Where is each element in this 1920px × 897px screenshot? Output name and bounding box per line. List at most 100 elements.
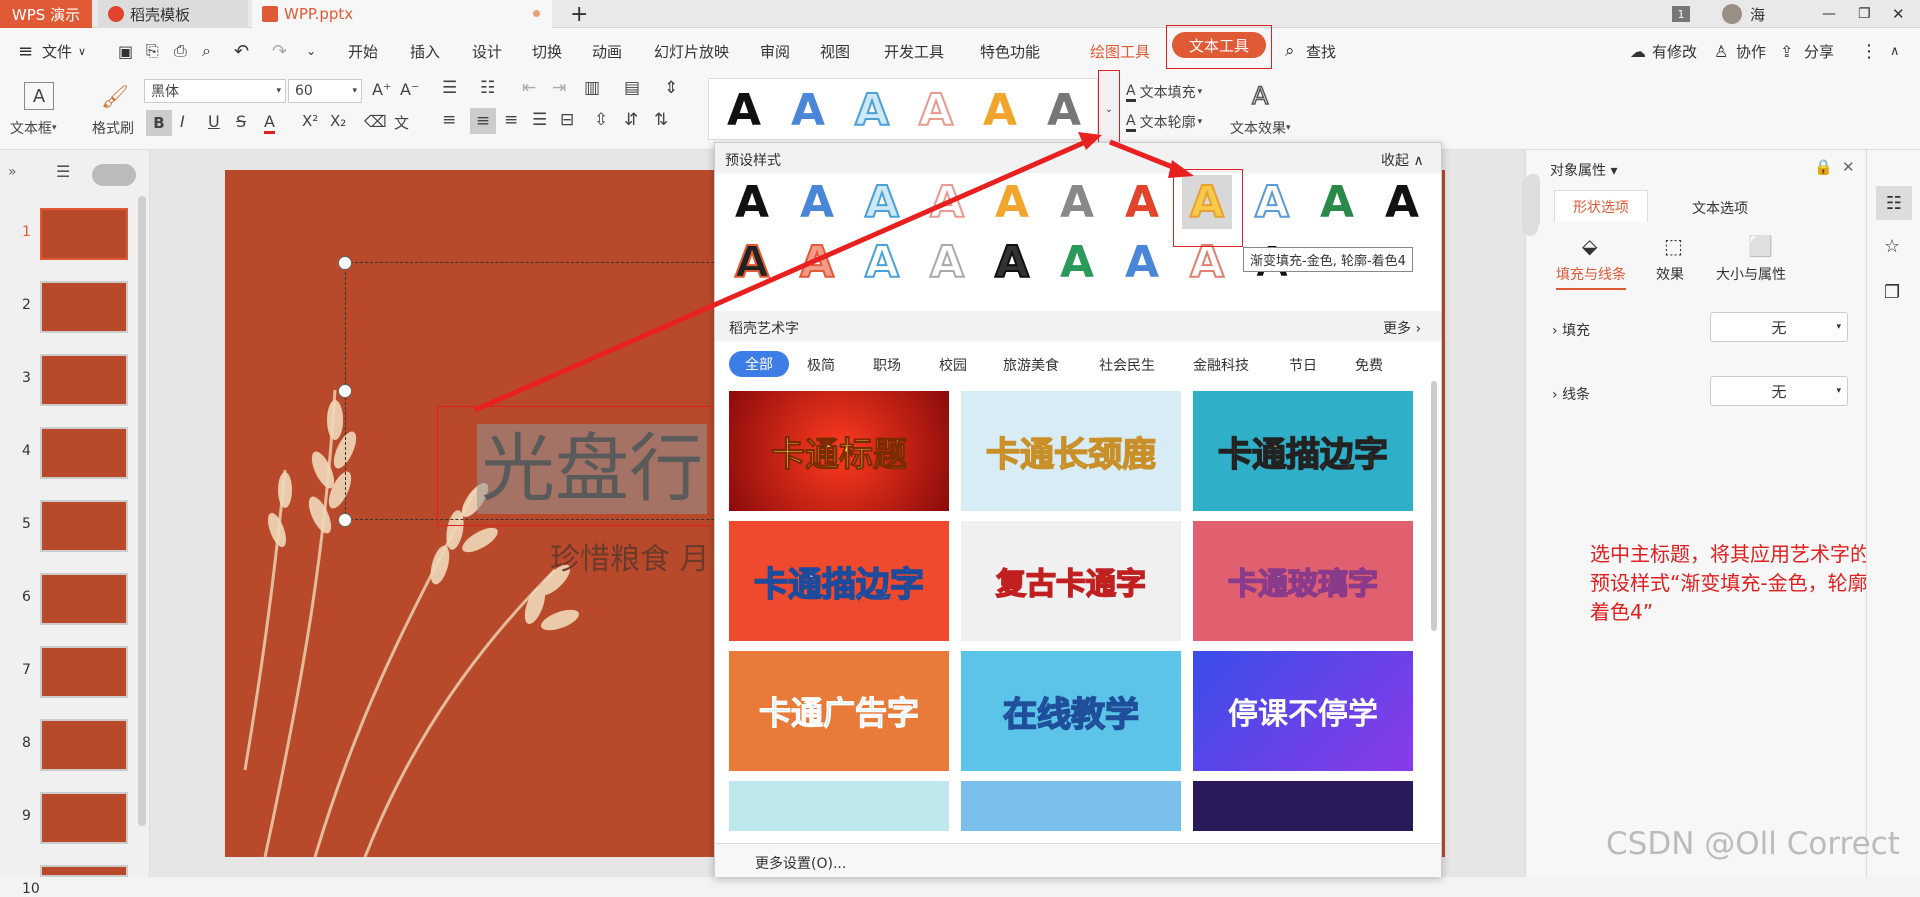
category-travel-food[interactable]: 旅游美食 (1003, 355, 1059, 375)
resize-handle[interactable] (338, 513, 352, 527)
font-name-select[interactable]: 黑体 ▾ (144, 79, 286, 103)
category-workplace[interactable]: 职场 (873, 355, 901, 375)
slide-thumbnail[interactable] (40, 500, 128, 552)
text-outline-button[interactable]: A 文本轮廓 ▾ (1126, 112, 1202, 132)
clear-format-icon[interactable]: ⌫ (364, 112, 387, 131)
slide-thumbnail[interactable] (40, 281, 128, 333)
font-size-select[interactable]: 60 ▾ (288, 79, 362, 103)
more-spacing-icon[interactable]: ⇅ (654, 110, 668, 130)
tab-shape-options[interactable]: 形状选项 (1554, 190, 1648, 222)
tab-text-options[interactable]: 文本选项 (1692, 198, 1748, 218)
bold-icon[interactable]: B (146, 110, 172, 136)
file-menu[interactable]: 文件 ∨ (42, 28, 86, 74)
text-fill-button[interactable]: A 文本填充 ▾ (1126, 82, 1202, 102)
wordart-card[interactable]: 卡通描边字 (1193, 391, 1413, 511)
preset-style-item[interactable]: A (1117, 175, 1167, 229)
resize-handle[interactable] (338, 256, 352, 270)
grow-font-icon[interactable]: A⁺ (372, 80, 391, 99)
menu-tab-text-tools[interactable]: 文本工具 (1172, 32, 1266, 58)
text-effects-icon[interactable]: A (1251, 81, 1269, 111)
slide-thumbnail[interactable] (40, 792, 128, 844)
distribute-icon[interactable]: ⊟ (560, 110, 574, 130)
align-right-icon[interactable]: ≡ (504, 110, 518, 130)
wordart-card[interactable] (729, 781, 949, 831)
copy-icon[interactable]: ❐ (1884, 282, 1900, 303)
line-section-toggle[interactable]: › 线条 (1552, 384, 1590, 404)
preset-style-item[interactable]: A (1052, 175, 1102, 229)
quick-access-dropdown-icon[interactable]: ⌄ (306, 28, 316, 74)
minimize-icon[interactable]: — (1822, 0, 1836, 28)
menu-tab-design[interactable]: 设计 (472, 28, 502, 74)
underline-icon[interactable]: U (208, 112, 220, 131)
bullets-icon[interactable]: ☰ (442, 78, 457, 98)
slide-subtitle[interactable]: 珍惜粮食 月 (550, 534, 710, 578)
wordart-style-gray[interactable]: A (1044, 82, 1084, 138)
preset-style-item[interactable]: A (1052, 235, 1102, 289)
maximize-icon[interactable]: ❐ (1858, 0, 1871, 28)
menu-tab-animation[interactable]: 动画 (592, 28, 622, 74)
wordart-style-orange[interactable]: A (980, 82, 1020, 138)
collapse-ribbon-icon[interactable]: ∧ (1890, 28, 1900, 74)
more-link[interactable]: 更多 › (1383, 318, 1421, 338)
preset-style-item[interactable]: A (727, 175, 777, 229)
hamburger-icon[interactable]: ≡ (18, 28, 33, 74)
category-minimal[interactable]: 极简 (807, 355, 835, 375)
wordart-style-blue[interactable]: A (788, 82, 828, 138)
tab-file[interactable]: WPP.pptx (252, 0, 552, 28)
share-button[interactable]: 分享 (1804, 28, 1834, 74)
paragraph-spacing-icon[interactable]: ⇵ (624, 110, 638, 130)
wordart-card[interactable] (1193, 781, 1413, 831)
subtab-effect[interactable]: 效果 (1656, 264, 1684, 284)
vertical-align-icon[interactable]: ⇳ (594, 110, 608, 130)
preset-style-item[interactable]: A (727, 235, 777, 289)
text-effects-button[interactable]: 文本效果 ▾ (1230, 118, 1291, 138)
format-painter-icon[interactable]: 🖌 (101, 82, 129, 112)
numbering-icon[interactable]: ☷ (480, 78, 495, 98)
canvas-vscroll[interactable] (1522, 176, 1538, 236)
subscript-icon[interactable]: X₂ (330, 112, 346, 130)
columns-icon[interactable]: ▥ (584, 78, 600, 98)
panel-scrollbar[interactable] (1431, 381, 1437, 631)
slide-title[interactable]: 光盘行 (477, 424, 707, 514)
decrease-indent-icon[interactable]: ⇤ (522, 78, 536, 98)
align-center-icon[interactable]: ≡ (470, 108, 496, 134)
properties-title[interactable]: 对象属性 ▾ (1550, 160, 1617, 180)
category-finance[interactable]: 金融科技 (1193, 355, 1249, 375)
gallery-expand-button[interactable]: ⌄ (1098, 70, 1120, 148)
wordart-style-blue-outline[interactable]: A (852, 82, 892, 138)
preset-style-item[interactable]: A (857, 235, 907, 289)
menu-tab-view[interactable]: 视图 (820, 28, 850, 74)
category-holiday[interactable]: 节日 (1289, 355, 1317, 375)
textbox-icon[interactable]: A (24, 82, 54, 110)
resize-handle[interactable] (338, 384, 352, 398)
justify-icon[interactable]: ☰ (532, 110, 547, 130)
superscript-icon[interactable]: X² (302, 112, 318, 130)
print-icon[interactable]: ⎙ (174, 28, 187, 74)
preset-style-item[interactable]: A (1117, 235, 1167, 289)
shrink-font-icon[interactable]: A⁻ (400, 80, 419, 99)
slide-thumbnail[interactable] (40, 573, 128, 625)
preset-style-item[interactable]: A (1312, 175, 1362, 229)
close-icon[interactable]: ✕ (1892, 0, 1905, 28)
subtab-fill-line[interactable]: 填充与线条 (1556, 264, 1626, 290)
outline-view-icon[interactable]: ☰ (56, 162, 70, 181)
category-all[interactable]: 全部 (729, 351, 789, 377)
preset-style-item[interactable]: A (857, 175, 907, 229)
slide-scrollbar[interactable] (138, 196, 146, 826)
properties-icon[interactable]: ☷ (1876, 186, 1912, 220)
preset-style-item[interactable]: A (922, 175, 972, 229)
modified-status[interactable]: 有修改 (1652, 28, 1697, 74)
slide-view-toggle[interactable] (92, 164, 136, 186)
menu-tab-features[interactable]: 特色功能 (980, 28, 1040, 74)
redo-icon[interactable]: ↷ (272, 28, 287, 74)
category-society[interactable]: 社会民生 (1099, 355, 1155, 375)
tab-app[interactable]: WPS 演示 (0, 0, 92, 28)
save-icon[interactable]: ▣ (118, 28, 133, 74)
fill-select[interactable]: 无 ▾ (1710, 312, 1848, 342)
preset-style-item[interactable]: A (1247, 175, 1297, 229)
slide-thumbnail[interactable] (40, 427, 128, 479)
menu-tab-developer[interactable]: 开发工具 (884, 28, 944, 74)
search-label[interactable]: 查找 (1306, 28, 1336, 74)
search-icon[interactable]: ⌕ (1285, 28, 1295, 74)
preset-style-item[interactable]: A (987, 175, 1037, 229)
